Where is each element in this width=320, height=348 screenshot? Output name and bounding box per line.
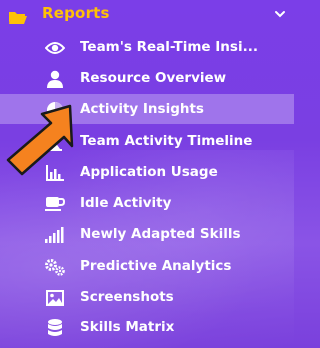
menu-item-label: Team's Real-Time Insi...	[80, 39, 258, 55]
section-title: Reports	[42, 4, 110, 22]
menu-item-team-real-time-insights[interactable]: Team's Real-Time Insi...	[0, 32, 294, 62]
coffee-cup-icon	[44, 193, 66, 215]
menu-item-label: Resource Overview	[80, 70, 227, 86]
menu-item-label: Skills Matrix	[80, 319, 175, 335]
reports-section-header[interactable]: Reports	[0, 0, 294, 30]
menu-item-label: Newly Adapted Skills	[80, 226, 241, 242]
image-icon	[44, 287, 66, 309]
menu-item-skills-matrix[interactable]: Skills Matrix	[0, 312, 294, 342]
pointer-arrow-icon	[6, 104, 74, 176]
chevron-down-icon[interactable]	[274, 8, 286, 20]
menu-item-idle-activity[interactable]: Idle Activity	[0, 188, 294, 218]
menu-item-label: Application Usage	[80, 164, 218, 180]
menu-item-newly-adapted-skills[interactable]: Newly Adapted Skills	[0, 219, 294, 249]
menu-item-predictive-analytics[interactable]: Predictive Analytics	[0, 251, 294, 281]
menu-item-label: Screenshots	[80, 289, 174, 305]
user-icon	[44, 68, 66, 90]
gears-icon	[44, 256, 66, 278]
menu-item-resource-overview[interactable]: Resource Overview	[0, 63, 294, 93]
signal-bars-icon	[44, 224, 66, 246]
database-icon	[44, 317, 66, 339]
eye-icon	[44, 37, 66, 59]
menu-item-label: Activity Insights	[80, 101, 204, 117]
menu-item-screenshots[interactable]: Screenshots	[0, 282, 294, 312]
menu-item-label: Idle Activity	[80, 195, 172, 211]
menu-item-label: Team Activity Timeline	[80, 133, 253, 149]
folder-open-icon	[9, 12, 27, 24]
menu-item-label: Predictive Analytics	[80, 258, 232, 274]
